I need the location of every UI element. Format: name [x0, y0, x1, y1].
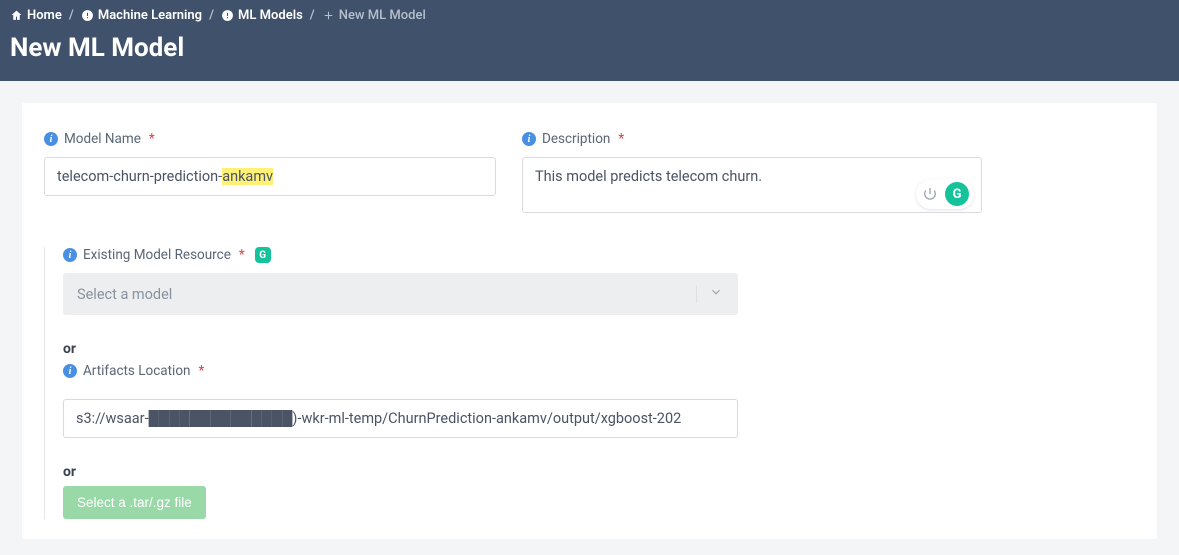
required-marker: * — [198, 363, 204, 379]
existing-resource-label-row: i Existing Model Resource * G — [63, 247, 738, 263]
model-name-input[interactable]: telecom-churn-prediction-ankamv — [44, 157, 496, 196]
description-label: Description — [542, 131, 610, 147]
artifacts-location-input[interactable] — [63, 399, 738, 438]
select-file-button[interactable]: Select a .tar/.gz file — [63, 486, 206, 519]
artifacts-label: Artifacts Location — [83, 363, 190, 379]
select-placeholder: Select a model — [77, 286, 172, 303]
breadcrumb-models[interactable]: ML Models — [221, 8, 303, 23]
home-icon — [10, 9, 23, 22]
breadcrumb-models-label: ML Models — [238, 8, 303, 23]
breadcrumb-new: New ML Model — [322, 8, 426, 23]
grammarly-widget[interactable]: G — [916, 179, 974, 209]
info-icon[interactable]: i — [522, 132, 536, 146]
breadcrumb-ml-label: Machine Learning — [98, 8, 202, 23]
existing-model-select[interactable]: Select a model — [63, 273, 738, 315]
required-marker: * — [149, 131, 155, 147]
required-marker: * — [618, 131, 624, 147]
power-icon[interactable] — [921, 185, 939, 203]
grammarly-badge-icon[interactable]: G — [255, 247, 271, 263]
description-input[interactable] — [522, 157, 982, 213]
plus-icon — [322, 9, 335, 22]
info-icon[interactable]: i — [63, 364, 77, 378]
or-separator: or — [63, 464, 738, 480]
existing-resource-label: Existing Model Resource — [83, 247, 231, 263]
or-separator: or — [63, 341, 738, 357]
breadcrumb-home-label: Home — [27, 8, 62, 23]
model-name-prefix: telecom-churn-prediction- — [57, 168, 222, 185]
breadcrumb-sep: / — [310, 8, 315, 23]
chevron-down-icon — [696, 285, 724, 303]
artifacts-label-row: i Artifacts Location * — [63, 363, 738, 379]
breadcrumb: Home / Machine Learning / ML Models / Ne… — [10, 8, 1169, 23]
breadcrumb-ml[interactable]: Machine Learning — [81, 8, 202, 23]
description-label-row: i Description * — [522, 131, 982, 147]
info-icon[interactable]: i — [63, 248, 77, 262]
grammarly-icon[interactable]: G — [945, 182, 969, 206]
model-name-label: Model Name — [64, 131, 141, 147]
page-title: New ML Model — [10, 33, 1169, 63]
model-name-label-row: i Model Name * — [44, 131, 496, 147]
ml-icon — [81, 9, 94, 22]
breadcrumb-sep: / — [69, 8, 74, 23]
info-icon[interactable]: i — [44, 132, 58, 146]
breadcrumb-new-label: New ML Model — [339, 8, 426, 23]
breadcrumb-home[interactable]: Home — [10, 8, 62, 23]
model-name-highlight: ankamv — [222, 168, 273, 185]
models-icon — [221, 9, 234, 22]
breadcrumb-sep: / — [209, 8, 214, 23]
form-card: i Model Name * telecom-churn-prediction-… — [22, 103, 1157, 539]
required-marker: * — [239, 247, 245, 263]
